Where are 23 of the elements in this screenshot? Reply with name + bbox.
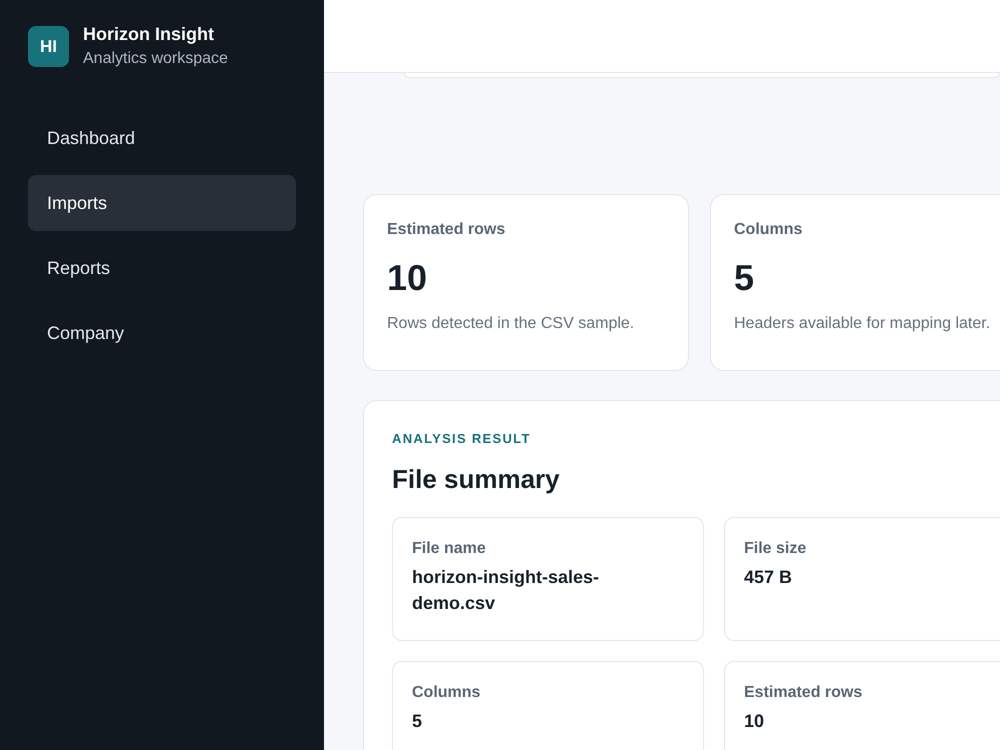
stat-value: 10 xyxy=(387,257,428,299)
stat-description: Rows detected in the CSV sample. xyxy=(387,315,636,333)
nav-item[interactable]: Imports xyxy=(28,175,296,231)
logo-badge: HI xyxy=(28,26,69,67)
section-eyebrow: ANALYSIS RESULT xyxy=(392,431,532,446)
field-label: Columns xyxy=(412,684,482,702)
nav-item[interactable]: Reports xyxy=(28,240,296,296)
field-label: File name xyxy=(412,540,487,558)
field-value: 457 B xyxy=(744,566,794,589)
stat-label: Columns xyxy=(734,221,804,239)
field-label: File size xyxy=(744,540,808,558)
stat-value: 5 xyxy=(734,257,756,299)
stat-label: Estimated rows xyxy=(387,221,506,239)
app-subtitle: Analytics workspace xyxy=(83,49,228,69)
field-label: Estimated rows xyxy=(744,684,864,702)
field-value: 10 xyxy=(744,710,766,733)
field-value: 5 xyxy=(412,710,424,733)
field-value: horizon-insight-sales-demo.csv xyxy=(412,566,600,615)
app-name: Horizon Insight xyxy=(83,23,215,45)
stat-description: Headers available for mapping later. xyxy=(734,315,992,333)
section-title: File summary xyxy=(392,464,561,495)
nav-item[interactable]: Company xyxy=(28,305,296,361)
nav-item[interactable]: Dashboard xyxy=(28,110,296,166)
